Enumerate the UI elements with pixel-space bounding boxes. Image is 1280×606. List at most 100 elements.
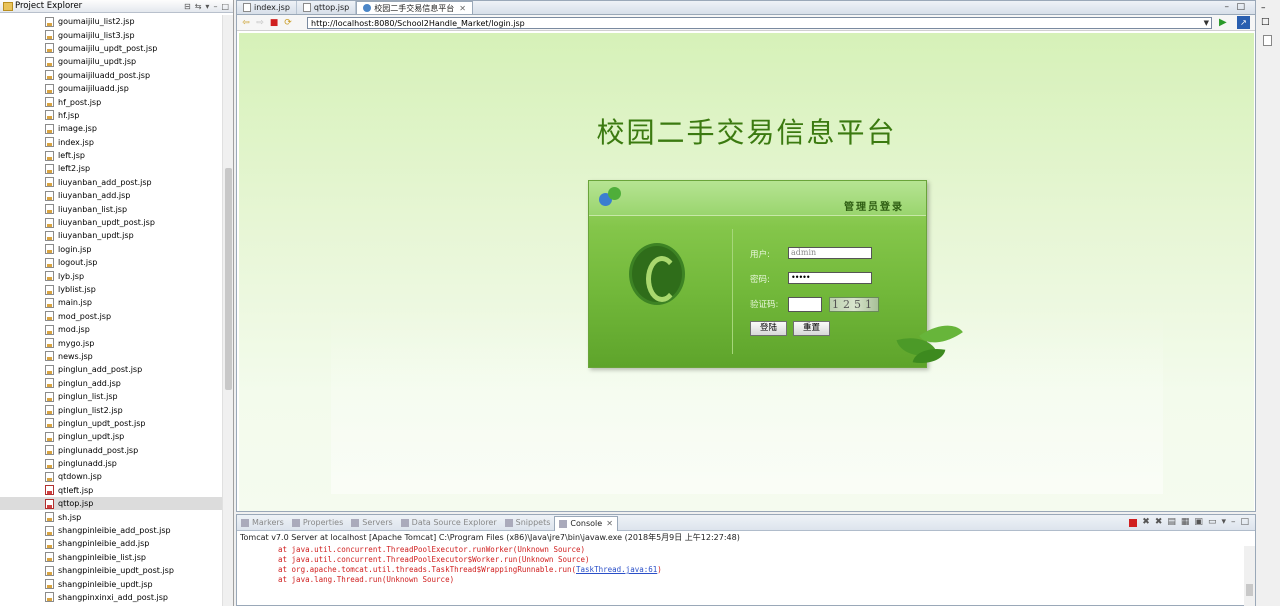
tab-index-jsp[interactable]: index.jsp [237,1,297,14]
username-input[interactable]: admin [788,247,872,259]
console-tab[interactable]: Servers [347,518,396,527]
file-item[interactable]: pinglunadd_post.jsp [0,444,222,457]
file-item[interactable]: pinglun_add.jsp [0,377,222,390]
minimize-icon[interactable]: – [213,2,217,11]
password-input[interactable]: ••••• [788,272,872,284]
console-tab[interactable]: Snippets [501,518,555,527]
file-item[interactable]: logout.jsp [0,256,222,269]
file-item[interactable]: qtleft.jsp [0,484,222,497]
stop-icon[interactable] [1129,519,1138,527]
console-tab[interactable]: Markers [237,518,288,527]
back-icon[interactable]: ⇦ [241,18,251,28]
outline-icon[interactable] [1263,35,1272,46]
file-tree-scrollbar[interactable] [222,15,233,606]
view-menu-icon[interactable]: ▾ [205,2,209,11]
file-item[interactable]: goumaijilu_list2.jsp [0,15,222,28]
close-icon[interactable]: ✕ [606,519,613,528]
open-external-icon[interactable]: ↗ [1237,16,1250,29]
login-box-header: 管理员登录 [589,181,926,216]
file-item[interactable]: shangpinleibie_updt.jsp [0,577,222,590]
file-item[interactable]: shangpinxinxi_add_post.jsp [0,591,222,604]
project-explorer-title[interactable]: Project Explorer [15,1,82,11]
file-item[interactable]: pinglun_add_post.jsp [0,363,222,376]
file-item[interactable]: left2.jsp [0,162,222,175]
stop-icon[interactable]: ■ [269,18,279,28]
file-item[interactable]: liuyanban_updt_post.jsp [0,216,222,229]
tab-qttop-jsp[interactable]: qttop.jsp [297,1,357,14]
pin-icon[interactable]: ▣ [1194,517,1203,527]
jsp-file-icon [45,431,54,442]
scrollbar-thumb[interactable] [225,168,232,390]
file-item[interactable]: shangpinleibie_list.jsp [0,551,222,564]
file-item[interactable]: goumaijilu_updt.jsp [0,55,222,68]
refresh-icon[interactable]: ⟳ [283,18,293,28]
file-item[interactable]: goumaijilu_updt_post.jsp [0,42,222,55]
file-item[interactable]: login.jsp [0,243,222,256]
login-button[interactable]: 登陆 [750,321,787,336]
file-item[interactable]: hf.jsp [0,109,222,122]
minimize-icon[interactable]: – [1261,3,1266,13]
collapse-all-icon[interactable]: ⊟ [184,2,191,11]
open-console-icon[interactable]: ▾ [1221,517,1226,527]
file-item[interactable]: goumaijiluadd_post.jsp [0,69,222,82]
remove-launch-icon[interactable]: ✖ [1142,517,1150,527]
file-item[interactable]: liuyanban_add.jsp [0,189,222,202]
file-item[interactable]: liuyanban_list.jsp [0,202,222,215]
file-item[interactable]: shangpinleibie_add.jsp [0,537,222,550]
go-icon[interactable]: ▶ [1219,17,1227,28]
reset-button[interactable]: 重置 [793,321,830,336]
file-item[interactable]: pinglun_updt_post.jsp [0,417,222,430]
console-tab[interactable]: Data Source Explorer [397,518,501,527]
file-item[interactable]: liuyanban_updt.jsp [0,229,222,242]
maximize-icon[interactable]: □ [1240,517,1249,527]
maximize-icon[interactable]: □ [1261,17,1270,27]
console-tab[interactable]: Properties [288,518,347,527]
file-item[interactable]: main.jsp [0,296,222,309]
file-item[interactable]: pinglunadd.jsp [0,457,222,470]
file-label: shangpinleibie_add.jsp [58,539,150,549]
file-item[interactable]: pinglun_updt.jsp [0,430,222,443]
file-item[interactable]: news.jsp [0,350,222,363]
file-item[interactable]: mygo.jsp [0,336,222,349]
console-tab[interactable]: Console ✕ [554,515,618,531]
file-item[interactable]: goumaijilu_list3.jsp [0,28,222,41]
file-item[interactable]: lyblist.jsp [0,283,222,296]
minimize-icon[interactable]: – [1231,517,1236,527]
chevron-down-icon[interactable]: ▼ [1204,18,1209,29]
scrollbar-thumb[interactable] [1246,584,1253,596]
file-item[interactable]: pinglun_list2.jsp [0,403,222,416]
stacktrace-link[interactable]: TaskThread.java:61 [576,565,657,574]
file-item[interactable]: image.jsp [0,122,222,135]
tab-browser[interactable]: 校园二手交易信息平台 ✕ [356,1,473,14]
file-item[interactable]: qtdown.jsp [0,470,222,483]
file-item[interactable]: goumaijiluadd.jsp [0,82,222,95]
jsp-file-icon [45,271,54,282]
file-item[interactable]: sh.jsp [0,510,222,523]
file-item[interactable]: index.jsp [0,136,222,149]
maximize-icon[interactable]: □ [221,2,229,11]
remove-all-icon[interactable]: ✖ [1155,517,1163,527]
maximize-icon[interactable]: □ [1236,2,1245,12]
file-item[interactable]: left.jsp [0,149,222,162]
file-item[interactable]: liuyanban_add_post.jsp [0,176,222,189]
display-console-icon[interactable]: ▭ [1208,517,1217,527]
forward-icon[interactable]: ⇨ [255,18,265,28]
scroll-lock-icon[interactable]: ▤ [1167,517,1176,527]
file-label: goumaijilu_updt.jsp [58,57,137,67]
link-editor-icon[interactable]: ⇆ [195,2,202,11]
captcha-input[interactable] [788,297,822,312]
file-item[interactable]: shangpinleibie_updt_post.jsp [0,564,222,577]
captcha-image[interactable]: 1251 [829,297,879,312]
file-item[interactable]: hf_post.jsp [0,95,222,108]
file-item[interactable]: lyb.jsp [0,269,222,282]
url-input[interactable]: http://localhost:8080/School2Handle_Mark… [307,17,1212,29]
word-wrap-icon[interactable]: ▦ [1181,517,1190,527]
close-icon[interactable]: ✕ [459,4,466,13]
file-item[interactable]: mod_post.jsp [0,310,222,323]
file-item[interactable]: mod.jsp [0,323,222,336]
file-item[interactable]: pinglun_list.jsp [0,390,222,403]
file-item[interactable]: shangpinleibie_add_post.jsp [0,524,222,537]
file-item[interactable]: qttop.jsp [0,497,222,511]
console-scrollbar[interactable] [1244,546,1255,606]
minimize-icon[interactable]: – [1225,2,1230,12]
